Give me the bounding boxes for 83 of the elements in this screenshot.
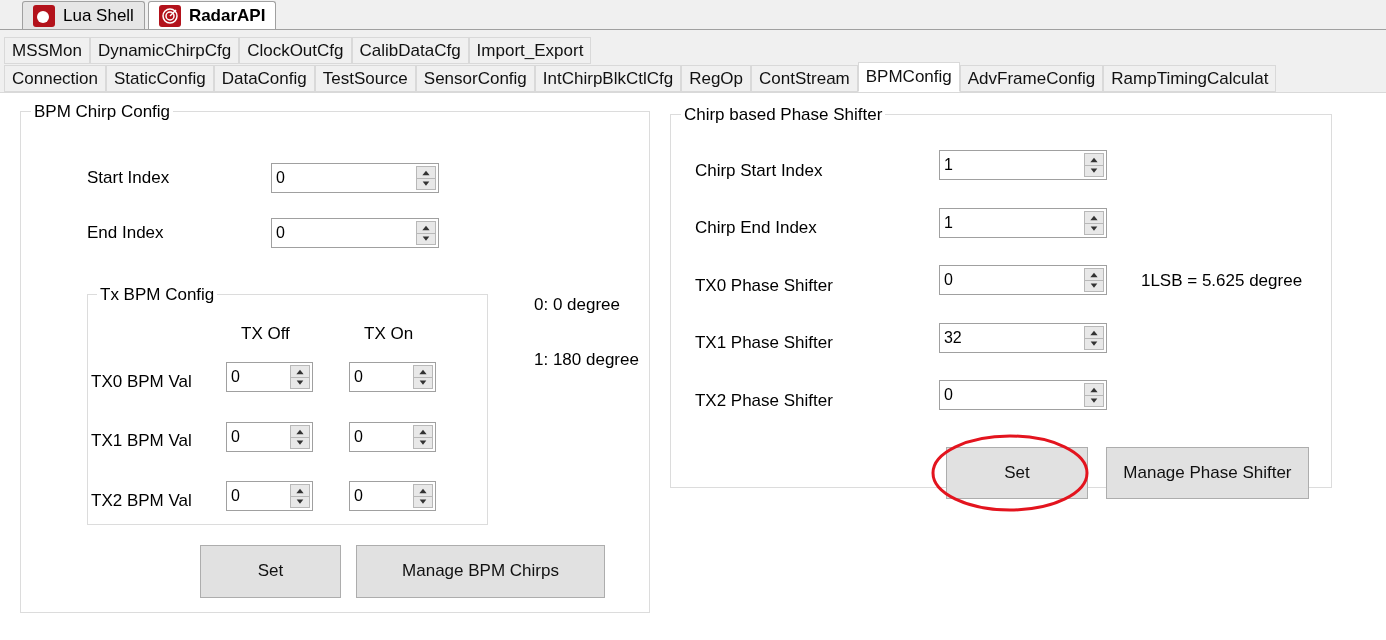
number-input[interactable]: 0	[350, 422, 413, 451]
spin-box[interactable]: 0	[226, 421, 313, 452]
number-input[interactable]: 0	[227, 363, 290, 392]
spin-box[interactable]: 0	[349, 481, 436, 512]
field-label: TX1 Phase Shifter	[694, 332, 834, 354]
radar-icon	[158, 4, 181, 27]
spin-arrows-icon[interactable]	[290, 424, 310, 449]
action-button[interactable]: Manage Phase Shifter	[1105, 447, 1309, 499]
number-input[interactable]: 0	[350, 482, 413, 511]
note-text: 1LSB = 5.625 degree	[1140, 269, 1303, 292]
spin-box[interactable]: 0	[349, 421, 436, 452]
document-tab[interactable]: Lua Shell	[22, 1, 145, 29]
tab[interactable]: StaticConfig	[106, 65, 214, 92]
action-button[interactable]: Set	[945, 447, 1088, 499]
row-label: TX1 BPM Val	[91, 430, 193, 452]
action-button[interactable]: Set	[200, 544, 341, 598]
tab[interactable]: Connection	[4, 65, 106, 92]
spin-box[interactable]: 0	[938, 380, 1107, 411]
field-label: Start Index	[87, 166, 171, 189]
number-input[interactable]: 1	[939, 208, 1084, 237]
group-title: BPM Chirp Config	[33, 101, 172, 123]
spin-box[interactable]: 0	[226, 481, 313, 512]
spin-arrows-icon[interactable]	[290, 484, 310, 509]
tab[interactable]: RegOp	[681, 65, 752, 92]
column-header: TX Off	[241, 323, 291, 345]
row-label: TX0 BPM Val	[91, 370, 193, 393]
field-label: End Index	[87, 221, 165, 244]
spin-box[interactable]: 32	[938, 322, 1107, 353]
action-button[interactable]: Manage BPM Chirps	[356, 544, 605, 598]
tab[interactable]: DynamicChirpCfg	[89, 37, 240, 64]
field-label: Chirp End Index	[694, 217, 818, 239]
number-input[interactable]: 0	[939, 381, 1084, 410]
spin-box[interactable]: 1	[938, 207, 1107, 238]
spin-box[interactable]: 0	[938, 265, 1107, 296]
spin-arrows-icon[interactable]	[413, 484, 433, 509]
spin-box[interactable]: 0	[271, 217, 439, 248]
spin-arrows-icon[interactable]	[1083, 210, 1104, 235]
spin-arrows-icon[interactable]	[416, 165, 436, 190]
number-input[interactable]: 0	[272, 218, 416, 247]
document-tab[interactable]: RadarAPI	[147, 1, 277, 29]
field-label: TX2 Phase Shifter	[694, 389, 834, 412]
spin-arrows-icon[interactable]	[416, 220, 436, 245]
spin-arrows-icon[interactable]	[413, 424, 433, 449]
spin-arrows-icon[interactable]	[1083, 268, 1104, 293]
tab[interactable]: CalibDataCfg	[351, 37, 469, 64]
spin-arrows-icon[interactable]	[1083, 383, 1104, 408]
tab-label: Lua Shell	[63, 4, 134, 27]
tab[interactable]: ClockOutCfg	[239, 37, 352, 64]
number-input[interactable]: 32	[939, 323, 1084, 352]
tab[interactable]: RampTimingCalculat	[1103, 65, 1277, 92]
tab[interactable]: BPMConfig	[857, 62, 960, 92]
number-input[interactable]: 0	[939, 266, 1084, 295]
number-input[interactable]: 0	[227, 422, 290, 451]
tab[interactable]: TestSource	[314, 65, 416, 92]
spin-arrows-icon[interactable]	[1083, 153, 1104, 178]
note-text: 0: 0 degree	[534, 293, 621, 316]
row-label: TX2 BPM Val	[91, 489, 193, 512]
tab[interactable]: Import_Export	[468, 37, 592, 64]
note-text: 1: 180 degree	[534, 349, 639, 371]
number-input[interactable]: 0	[227, 482, 290, 511]
tab-label: RadarAPI	[188, 4, 266, 27]
tab[interactable]: IntChirpBlkCtlCfg	[534, 65, 682, 92]
tab[interactable]: ContStream	[751, 65, 858, 92]
spin-arrows-icon[interactable]	[413, 365, 433, 390]
group-title: Chirp based Phase Shifter	[682, 104, 884, 126]
spin-box[interactable]: 0	[271, 162, 439, 193]
number-input[interactable]: 1	[939, 151, 1084, 180]
spin-box[interactable]: 1	[938, 150, 1107, 181]
tab[interactable]: DataConfig	[213, 65, 315, 92]
tab[interactable]: AdvFrameConfig	[959, 65, 1104, 92]
field-label: TX0 Phase Shifter	[694, 274, 834, 297]
spin-arrows-icon[interactable]	[290, 365, 310, 390]
number-input[interactable]: 0	[272, 163, 416, 192]
column-header: TX On	[364, 323, 415, 345]
field-label: Chirp Start Index	[694, 159, 824, 182]
tab[interactable]: MSSMon	[4, 37, 90, 64]
spin-box[interactable]: 0	[226, 362, 313, 393]
number-input[interactable]: 0	[350, 363, 413, 392]
spin-arrows-icon[interactable]	[1083, 325, 1104, 350]
spin-box[interactable]: 0	[349, 362, 436, 393]
tab[interactable]: SensorConfig	[415, 65, 535, 92]
shell-icon	[33, 4, 55, 27]
group-title: Tx BPM Config	[99, 283, 216, 306]
